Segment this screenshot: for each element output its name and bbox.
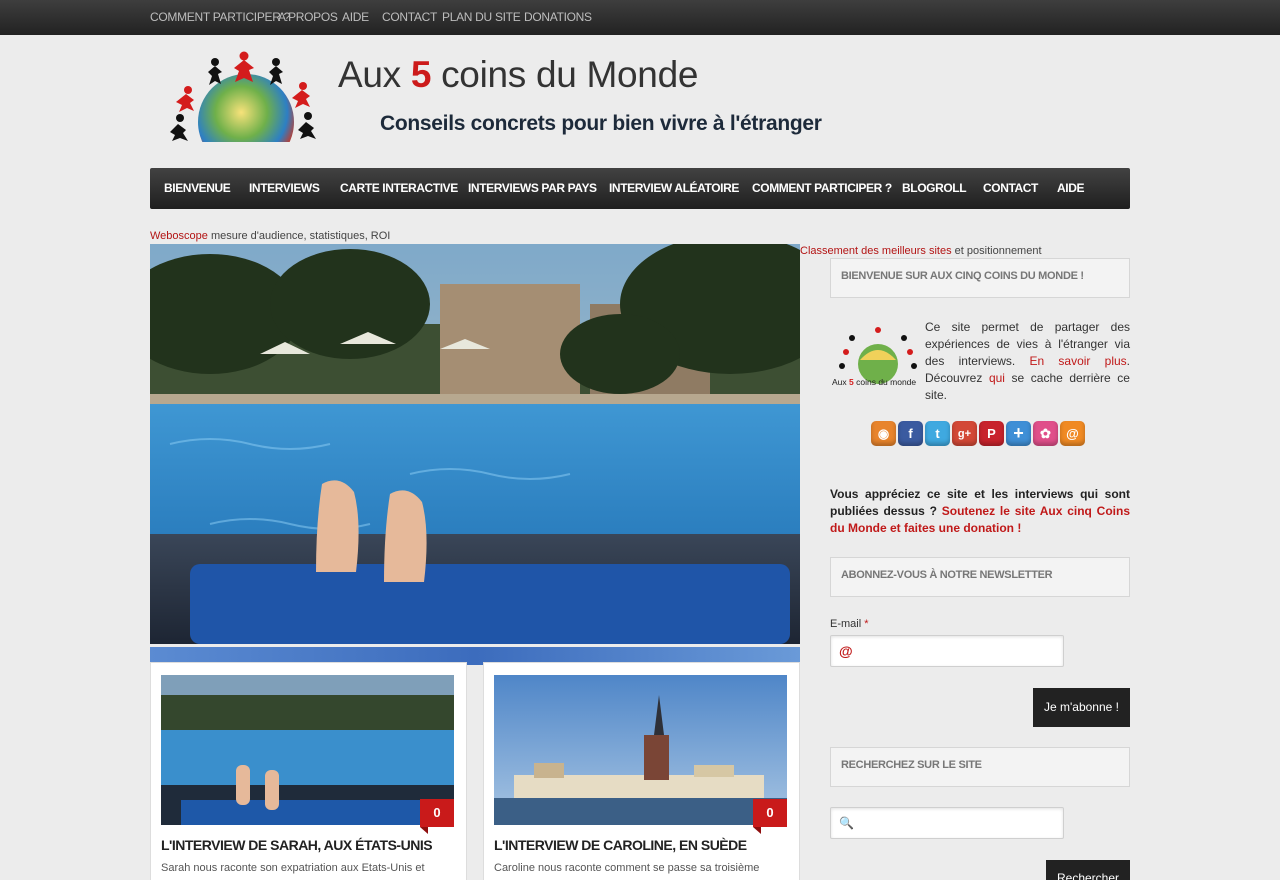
comment-count-badge[interactable]: 0	[420, 799, 454, 827]
pinterest-icon[interactable]: P	[979, 421, 1004, 446]
nav-item-interviews[interactable]: Interviews	[249, 181, 320, 195]
donation-callout: Vous appréciez ce site et les interviews…	[830, 486, 1130, 537]
social-share-icons: ◉ f t g+ P + ✿ @	[871, 421, 1085, 449]
post-card-caroline[interactable]: 0 L'interview de Caroline, en Suède Caro…	[483, 662, 800, 880]
nav-item-interviews-par-pays[interactable]: Interviews par pays	[468, 181, 597, 195]
facebook-icon[interactable]: f	[898, 421, 923, 446]
nav-item-bienvenue[interactable]: Bienvenue	[164, 181, 231, 195]
intro-logo: Aux 5 coins du monde	[830, 322, 925, 388]
search-widget-title: Recherchez sur le site	[830, 747, 1130, 787]
addthis-icon[interactable]: +	[1006, 421, 1031, 446]
post-title[interactable]: L'interview de Sarah, aux États-Unis	[161, 837, 433, 853]
site-header[interactable]: Aux 5 coins du Monde Conseils concrets p…	[150, 50, 850, 148]
site-title-number: 5	[410, 54, 432, 95]
weboscope-link[interactable]: Weboscope	[150, 230, 208, 242]
main-nav: Bienvenue Interviews Carte interactive I…	[150, 168, 1130, 209]
topbar-link-a-propos[interactable]: A propos	[278, 10, 338, 24]
post-card-sarah[interactable]: 0 L'interview de Sarah, aux États-Unis S…	[150, 662, 467, 880]
search-input[interactable]: 🔍	[830, 807, 1064, 839]
comment-badge-tail	[753, 827, 761, 834]
ad-classement: Classement des meilleurs sites et positi…	[800, 245, 1042, 257]
topbar-link-plan-du-site[interactable]: Plan du site	[442, 10, 521, 24]
post-thumbnail[interactable]	[161, 675, 454, 825]
nav-item-aide[interactable]: Aide	[1057, 181, 1084, 195]
newsletter-widget-title: Abonnez-vous à notre newsletter	[830, 557, 1130, 597]
top-bar: Comment participer ? A propos Aide Conta…	[0, 0, 1280, 35]
search-button[interactable]: Rechercher	[1046, 860, 1130, 880]
site-title-prefix: Aux	[338, 54, 411, 95]
intro-logo-caption-b: coins du monde	[854, 377, 917, 387]
en-savoir-plus-link[interactable]: En savoir plus	[1030, 354, 1127, 368]
nav-item-comment-participer[interactable]: Comment participer ?	[752, 181, 892, 195]
nav-item-carte-interactive[interactable]: Carte interactive	[340, 181, 458, 195]
classement-text: et positionnement	[951, 245, 1042, 257]
pool-thumbnail	[161, 675, 454, 825]
pool-photo	[150, 244, 800, 644]
topbar-link-donations[interactable]: Donations	[524, 10, 592, 24]
ad-weboscope: Weboscope mesure d'audience, statistique…	[150, 230, 390, 242]
site-tagline: Conseils concrets pour bien vivre à l'ét…	[380, 112, 822, 135]
netvibes-icon[interactable]: ✿	[1033, 421, 1058, 446]
comment-badge-tail	[420, 827, 428, 834]
google-plus-icon[interactable]: g+	[952, 421, 977, 446]
nav-item-contact[interactable]: Contact	[983, 181, 1038, 195]
post-excerpt: Caroline nous raconte comment se passe s…	[494, 862, 760, 874]
email-label: E-mail *	[830, 618, 869, 630]
comment-count-badge[interactable]: 0	[753, 799, 787, 827]
topbar-link-comment-participer[interactable]: Comment participer ?	[150, 10, 290, 24]
qui-link[interactable]: qui	[989, 371, 1005, 385]
post-title[interactable]: L'interview de Caroline, en Suède	[494, 837, 747, 853]
at-icon: @	[839, 643, 853, 659]
nav-item-blogroll[interactable]: Blogroll	[902, 181, 967, 195]
site-title: Aux 5 coins du Monde	[338, 54, 698, 96]
small-globe-logo: Aux 5 coins du monde	[832, 327, 917, 387]
subscribe-button[interactable]: Je m'abonne !	[1033, 688, 1130, 727]
rss-icon[interactable]: ◉	[871, 421, 896, 446]
post-thumbnail[interactable]	[494, 675, 787, 825]
intro-text: Ce site permet de partager des expérienc…	[925, 319, 1130, 404]
topbar-link-aide[interactable]: Aide	[342, 10, 369, 24]
classement-link[interactable]: Classement des meilleurs sites	[800, 245, 952, 257]
email-field[interactable]: @	[830, 635, 1064, 667]
twitter-icon[interactable]: t	[925, 421, 950, 446]
stockholm-thumbnail	[494, 675, 787, 825]
post-excerpt: Sarah nous raconte son expatriation aux …	[161, 862, 425, 874]
email-icon[interactable]: @	[1060, 421, 1085, 446]
email-label-text: E-mail	[830, 618, 862, 630]
globe-logo	[170, 51, 316, 142]
nav-item-interview-aleatoire[interactable]: Interview aléatoire	[609, 181, 739, 195]
topbar-link-contact[interactable]: Contact	[382, 10, 437, 24]
intro-logo-caption-a: Aux	[832, 377, 849, 387]
search-icon: 🔍	[839, 816, 854, 830]
welcome-widget-title: Bienvenue sur Aux cinq coins du monde !	[830, 258, 1130, 298]
required-marker: *	[864, 618, 869, 630]
svg-text:Aux 5 coins du monde: Aux 5 coins du monde	[832, 377, 916, 387]
site-title-suffix: coins du Monde	[431, 54, 699, 95]
featured-slider-image[interactable]	[150, 244, 800, 644]
weboscope-text: mesure d'audience, statistiques, ROI	[207, 230, 391, 242]
